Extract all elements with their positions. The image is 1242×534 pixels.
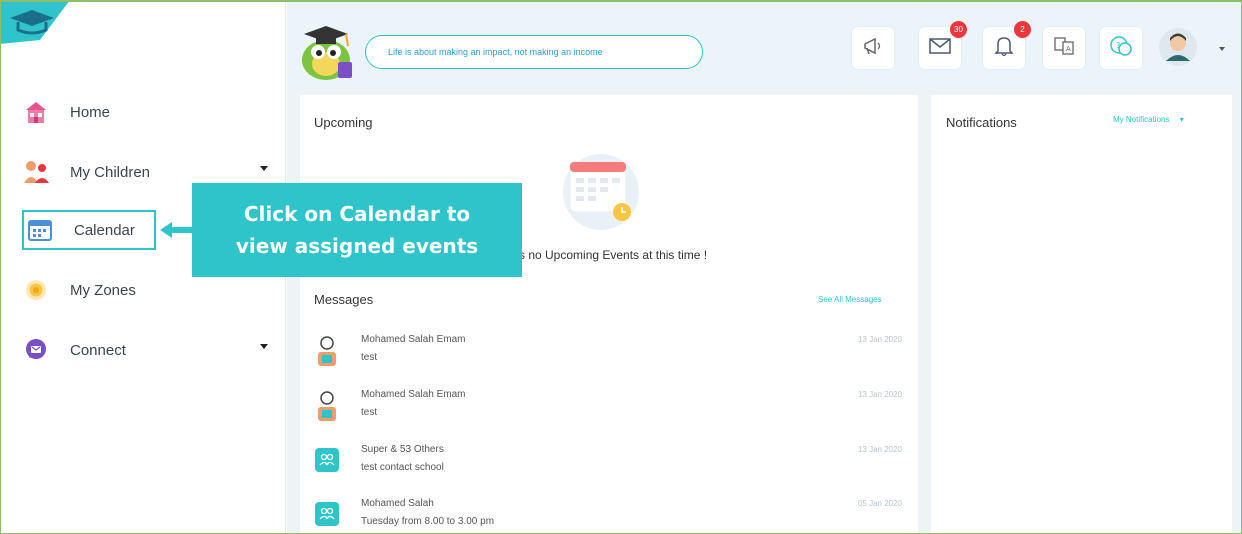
connect-icon	[22, 336, 50, 364]
notifications-badge: 2	[1014, 21, 1031, 38]
user-avatar[interactable]	[1158, 27, 1198, 67]
svg-text:A: A	[1066, 45, 1071, 53]
empty-calendar-illustration	[560, 152, 642, 232]
sidebar-item-label: Home	[70, 103, 111, 121]
quote-banner: Life is about making an impact, not maki…	[365, 35, 703, 69]
message-item[interactable]: Mohamed Salah Emam test 13 Jan 2020	[313, 330, 908, 374]
see-all-messages-link[interactable]: See All Messages	[818, 295, 882, 304]
notifications-title: Notifications	[946, 115, 1017, 130]
message-date: 13 Jan 2020	[857, 445, 902, 454]
message-sender: Mohamed Salah Emam	[361, 334, 466, 345]
upcoming-title: Upcoming	[314, 115, 373, 130]
message-preview: test	[361, 407, 378, 418]
empty-events-text: s no Upcoming Events at this time !	[519, 248, 708, 262]
calendar-icon	[26, 216, 54, 244]
messages-title: Messages	[314, 292, 374, 307]
notifications-filter-dropdown[interactable]: My Notifications ▾	[1113, 115, 1184, 124]
zones-icon	[22, 276, 50, 304]
help-button[interactable]: ?	[1100, 27, 1142, 69]
notifications-panel	[931, 95, 1232, 534]
message-preview: test contact school	[361, 462, 444, 473]
group-icon	[315, 502, 339, 526]
callout-line-1: Click on Calendar to	[243, 202, 471, 226]
message-item[interactable]: Super & 53 Others test contact school 13…	[313, 440, 908, 484]
message-sender: Mohamed Salah Emam	[361, 389, 466, 400]
person-avatar	[313, 389, 341, 423]
message-date: 13 Jan 2020	[857, 335, 902, 344]
message-date: 13 Jan 2020	[857, 390, 902, 399]
messages-badge: 30	[950, 21, 967, 38]
sidebar-item-connect[interactable]: Connect	[22, 330, 280, 370]
notifications-filter-label: My Notifications	[1113, 115, 1170, 124]
help-chat-icon: ?	[1109, 35, 1133, 62]
translate-icon: A	[1053, 36, 1075, 61]
sidebar-item-label: My Zones	[70, 281, 136, 299]
callout-line-2: view assigned events	[235, 234, 479, 258]
bell-icon	[994, 35, 1014, 62]
message-sender: Mohamed Salah	[361, 498, 434, 509]
messages-button[interactable]: 30	[919, 21, 967, 69]
home-icon	[22, 98, 50, 126]
sidebar-item-label: My Children	[70, 163, 151, 181]
message-item[interactable]: Mohamed Salah Tuesday from 8.00 to 3.00 …	[313, 494, 908, 534]
sidebar-item-label: Calendar	[74, 221, 135, 239]
message-preview: test	[361, 352, 378, 363]
person-avatar	[313, 334, 341, 368]
announcements-button[interactable]	[852, 27, 894, 69]
sidebar-item-calendar[interactable]: Calendar	[22, 210, 156, 250]
notifications-button[interactable]: 2	[983, 21, 1031, 69]
chevron-down-icon[interactable]	[260, 166, 268, 171]
message-preview: Tuesday from 8.00 to 3.00 pm	[361, 516, 495, 527]
message-sender: Super & 53 Others	[361, 444, 444, 455]
sidebar-item-home[interactable]: Home	[22, 92, 280, 132]
message-item[interactable]: Mohamed Salah Emam test 13 Jan 2020	[313, 385, 908, 429]
message-date: 05 Jan 2020	[857, 499, 902, 508]
callout-arrow-icon	[160, 222, 194, 238]
group-icon	[315, 448, 339, 472]
envelope-icon	[929, 37, 951, 60]
megaphone-icon	[862, 35, 884, 62]
app-logo[interactable]	[0, 0, 80, 48]
chevron-down-icon[interactable]	[1219, 47, 1225, 51]
tutorial-callout: Click on Calendar to view assigned event…	[192, 183, 522, 277]
chevron-down-icon[interactable]	[260, 344, 268, 349]
chevron-down-icon: ▾	[1179, 115, 1184, 124]
children-icon	[22, 158, 50, 186]
svg-text:?: ?	[1116, 41, 1120, 50]
mascot-image	[290, 18, 360, 84]
sidebar-item-label: Connect	[70, 341, 126, 359]
translate-button[interactable]: A	[1043, 27, 1085, 69]
